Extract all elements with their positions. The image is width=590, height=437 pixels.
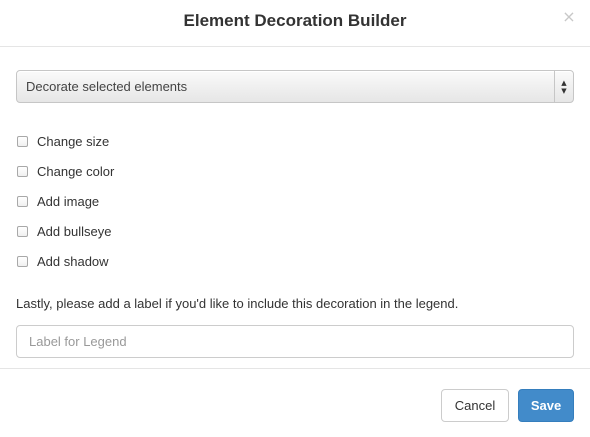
add-shadow-checkbox[interactable] — [17, 255, 28, 267]
add-bullseye-checkbox[interactable] — [17, 225, 28, 237]
select-selected-value: Decorate selected elements — [26, 79, 188, 94]
option-change-color[interactable]: Change color — [16, 156, 574, 186]
option-change-size[interactable]: Change size — [16, 126, 574, 156]
option-add-bullseye[interactable]: Add bullseye — [16, 216, 574, 246]
option-label: Change color — [37, 163, 115, 179]
legend-label-input[interactable] — [16, 325, 574, 358]
option-label: Add image — [37, 193, 100, 209]
option-label: Change size — [37, 133, 110, 149]
arrow-up-icon: ▲ — [561, 78, 567, 87]
dialog-footer: Cancel Save — [0, 368, 590, 437]
change-size-checkbox[interactable] — [17, 135, 28, 147]
decoration-target-select[interactable]: Decorate selected elements ▲ ▼ — [16, 70, 574, 103]
arrow-down-icon: ▼ — [561, 86, 567, 95]
option-add-shadow[interactable]: Add shadow — [16, 246, 574, 276]
option-label: Add bullseye — [37, 223, 112, 239]
save-button[interactable]: Save — [518, 389, 574, 422]
dialog-header: Element Decoration Builder × — [0, 0, 590, 47]
add-image-checkbox[interactable] — [17, 195, 28, 207]
change-color-checkbox[interactable] — [17, 165, 28, 177]
cancel-button[interactable]: Cancel — [441, 389, 509, 422]
legend-hint-text: Lastly, please add a label if you'd like… — [16, 296, 459, 311]
decoration-options: Change size Change color Add image Add b… — [16, 126, 574, 276]
select-arrows-icon: ▲ ▼ — [554, 71, 573, 102]
decoration-builder-dialog: Element Decoration Builder × Decorate se… — [0, 0, 590, 437]
close-icon[interactable]: × — [560, 8, 578, 26]
option-label: Add shadow — [37, 253, 109, 269]
option-add-image[interactable]: Add image — [16, 186, 574, 216]
dialog-title: Element Decoration Builder — [183, 11, 407, 30]
dialog-body: Decorate selected elements ▲ ▼ Change si… — [16, 70, 574, 358]
